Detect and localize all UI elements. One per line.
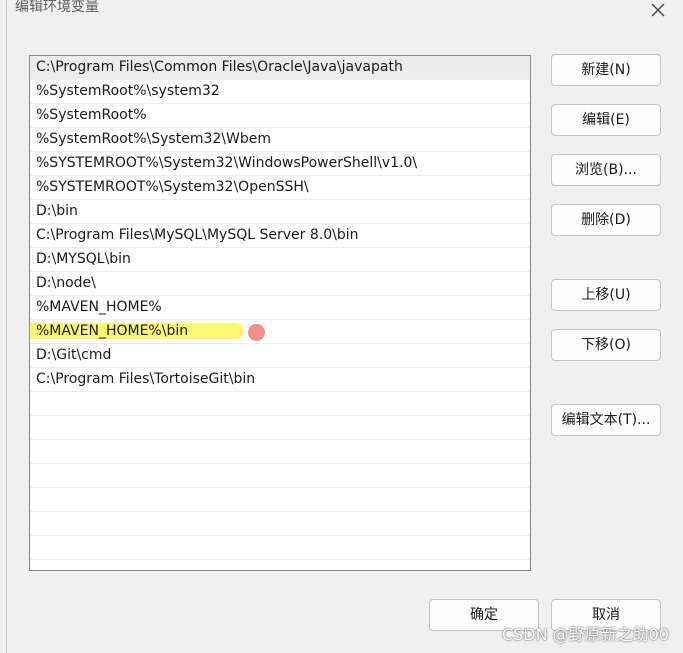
list-item-text: C:\Program Files\Common Files\Oracle\Jav… (36, 59, 403, 75)
watermark: CSDN @野原新之助00 (501, 625, 669, 644)
edit-button[interactable]: 编辑(E) (551, 104, 661, 136)
list-item[interactable] (30, 488, 530, 512)
close-icon (651, 3, 665, 17)
list-item[interactable]: D:\node\ (30, 272, 530, 296)
list-item[interactable]: %SYSTEMROOT%\System32\WindowsPowerShell\… (30, 152, 530, 176)
list-item[interactable] (30, 536, 530, 560)
list-item-text: D:\bin (36, 203, 78, 219)
list-item[interactable]: C:\Program Files\MySQL\MySQL Server 8.0\… (30, 224, 530, 248)
list-item-text: %MAVEN_HOME%\bin (36, 323, 189, 339)
title-bar: 编辑环境变量 (7, 0, 683, 20)
list-item-text: D:\node\ (36, 275, 96, 291)
annotation-dot (248, 324, 265, 341)
list-item[interactable]: D:\bin (30, 200, 530, 224)
list-item[interactable]: C:\Program Files\Common Files\Oracle\Jav… (30, 56, 530, 80)
list-item-text: %SystemRoot% (36, 107, 147, 123)
edit-env-variable-dialog: 编辑环境变量 C:\Program Files\Common Files\Ora… (6, 0, 683, 653)
edit-text-button[interactable]: 编辑文本(T)... (551, 404, 661, 436)
list-item[interactable] (30, 392, 530, 416)
list-item[interactable]: C:\Program Files\TortoiseGit\bin (30, 368, 530, 392)
list-item-text: %MAVEN_HOME% (36, 299, 162, 315)
list-item[interactable]: %SystemRoot% (30, 104, 530, 128)
list-item[interactable] (30, 464, 530, 488)
list-item-text: %SYSTEMROOT%\System32\WindowsPowerShell\… (36, 155, 418, 171)
list-item[interactable]: %MAVEN_HOME% (30, 296, 530, 320)
list-item[interactable] (30, 560, 530, 570)
list-item-text: C:\Program Files\MySQL\MySQL Server 8.0\… (36, 227, 359, 243)
list-item[interactable]: %MAVEN_HOME%\bin (30, 320, 530, 344)
list-item[interactable]: %SYSTEMROOT%\System32\OpenSSH\ (30, 176, 530, 200)
list-item[interactable]: %SystemRoot%\system32 (30, 80, 530, 104)
list-item-text: D:\MYSQL\bin (36, 251, 131, 267)
dialog-title: 编辑环境变量 (15, 0, 99, 15)
browse-button[interactable]: 浏览(B)... (551, 154, 661, 186)
list-item[interactable] (30, 512, 530, 536)
list-item[interactable]: %SystemRoot%\System32\Wbem (30, 128, 530, 152)
list-item[interactable] (30, 440, 530, 464)
list-item-text: %SYSTEMROOT%\System32\OpenSSH\ (36, 179, 309, 195)
list-item-text: %SystemRoot%\system32 (36, 83, 220, 99)
list-item[interactable]: D:\Git\cmd (30, 344, 530, 368)
list-item-text: %SystemRoot%\System32\Wbem (36, 131, 271, 147)
new-button[interactable]: 新建(N) (551, 54, 661, 86)
delete-button[interactable]: 删除(D) (551, 204, 661, 236)
list-item-text: C:\Program Files\TortoiseGit\bin (36, 371, 256, 387)
list-item[interactable] (30, 416, 530, 440)
move-down-button[interactable]: 下移(O) (551, 329, 661, 361)
list-item-text: D:\Git\cmd (36, 347, 112, 363)
list-item[interactable]: D:\MYSQL\bin (30, 248, 530, 272)
close-button[interactable] (647, 0, 669, 20)
move-up-button[interactable]: 上移(U) (551, 279, 661, 311)
path-list[interactable]: C:\Program Files\Common Files\Oracle\Jav… (29, 55, 531, 571)
